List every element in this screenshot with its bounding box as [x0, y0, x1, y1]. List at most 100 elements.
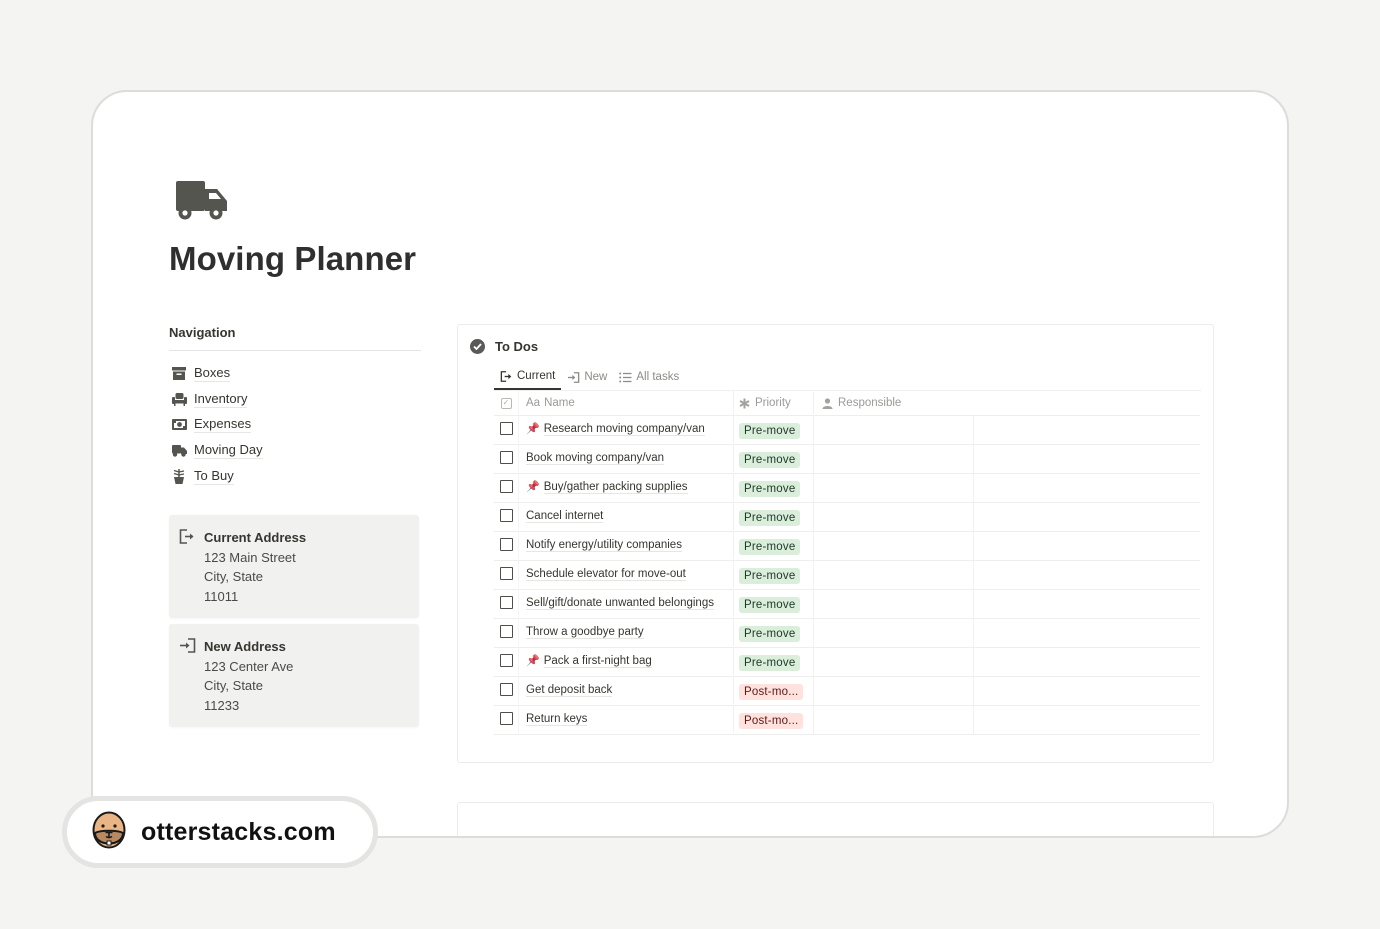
tab-all-tasks[interactable]: All tasks: [613, 364, 685, 390]
task-checkbox[interactable]: [499, 480, 513, 493]
table-row[interactable]: Get deposit back Post-mo...: [494, 677, 1200, 706]
table-row[interactable]: Notify energy/utility companies Pre-move: [494, 532, 1200, 561]
priority-cell[interactable]: Pre-move: [734, 474, 814, 502]
plant-pot-icon: [171, 468, 187, 484]
checkbox-column-icon: ✓: [500, 397, 512, 409]
task-name[interactable]: Sell/gift/donate unwanted belongings: [526, 597, 714, 610]
task-name-cell[interactable]: Cancel internet: [518, 503, 734, 530]
responsible-cell[interactable]: [814, 503, 974, 531]
priority-cell[interactable]: Pre-move: [734, 590, 814, 618]
tab-current[interactable]: Current: [494, 364, 562, 390]
exit-door-icon: [500, 370, 513, 382]
responsible-cell[interactable]: [814, 590, 974, 618]
brand-badge[interactable]: otterstacks.com: [62, 796, 378, 868]
current-address-card[interactable]: Current Address 123 Main Street City, St…: [169, 515, 419, 618]
pushpin-icon: 📌: [526, 423, 540, 435]
priority-cell[interactable]: Pre-move: [734, 619, 814, 647]
task-name-cell[interactable]: 📌 Pack a first-night bag: [518, 648, 734, 675]
task-name-cell[interactable]: Book moving company/van: [518, 445, 734, 472]
responsible-cell[interactable]: [814, 706, 974, 734]
nav-item-expenses[interactable]: Expenses: [169, 412, 421, 438]
responsible-cell[interactable]: [814, 445, 974, 473]
pushpin-icon: 📌: [526, 655, 540, 667]
nav-item-moving-day[interactable]: Moving Day: [169, 438, 421, 464]
task-checkbox[interactable]: [499, 509, 513, 522]
task-name[interactable]: Book moving company/van: [526, 452, 665, 465]
row-checkbox-cell: [494, 590, 518, 609]
task-name[interactable]: Buy/gather packing supplies: [543, 481, 688, 494]
responsible-cell[interactable]: [814, 474, 974, 502]
column-header-priority[interactable]: Priority: [734, 392, 814, 414]
responsible-cell[interactable]: [814, 561, 974, 589]
task-name[interactable]: Get deposit back: [526, 684, 613, 697]
task-name-cell[interactable]: Schedule elevator for move-out: [518, 561, 734, 588]
tab-new[interactable]: New: [561, 364, 613, 390]
task-name[interactable]: Cancel internet: [526, 510, 604, 523]
task-checkbox[interactable]: [499, 712, 513, 725]
task-checkbox[interactable]: [499, 683, 513, 696]
nav-item-label: Inventory: [194, 390, 248, 408]
navigation-section: Navigation Boxes Inventory Expenses Movi…: [169, 325, 421, 489]
task-checkbox[interactable]: [499, 596, 513, 609]
task-name-cell[interactable]: Get deposit back: [518, 677, 734, 704]
table-row[interactable]: 📌 Pack a first-night bag Pre-move: [494, 648, 1200, 677]
brand-url[interactable]: otterstacks.com: [141, 818, 336, 847]
column-header-name[interactable]: Aa Name: [518, 390, 734, 416]
task-checkbox[interactable]: [499, 451, 513, 464]
task-checkbox[interactable]: [499, 567, 513, 580]
task-name[interactable]: Return keys: [526, 713, 588, 726]
table-row[interactable]: Sell/gift/donate unwanted belongings Pre-…: [494, 590, 1200, 619]
task-name-cell[interactable]: 📌 Research moving company/van: [518, 416, 734, 443]
column-header-responsible[interactable]: Responsible: [814, 391, 974, 415]
row-checkbox-cell: [494, 561, 518, 580]
empty-cell: [974, 532, 1200, 560]
priority-cell[interactable]: Post-mo...: [734, 706, 814, 734]
table-row[interactable]: Schedule elevator for move-out Pre-move: [494, 561, 1200, 590]
priority-cell[interactable]: Pre-move: [734, 561, 814, 589]
nav-item-to-buy[interactable]: To Buy: [169, 463, 421, 489]
responsible-cell[interactable]: [814, 648, 974, 676]
task-name[interactable]: Throw a goodbye party: [526, 626, 644, 639]
table-row[interactable]: 📌 Buy/gather packing supplies Pre-move: [494, 474, 1200, 503]
task-name-cell[interactable]: 📌 Buy/gather packing supplies: [518, 474, 734, 501]
priority-cell[interactable]: Pre-move: [734, 416, 814, 444]
task-name[interactable]: Schedule elevator for move-out: [526, 568, 686, 581]
todos-table: ✓ Aa Name Priority Responsible 📌 Researc…: [494, 390, 1200, 735]
table-row[interactable]: Book moving company/van Pre-move: [494, 445, 1200, 474]
task-name[interactable]: Pack a first-night bag: [543, 655, 652, 668]
nav-item-inventory[interactable]: Inventory: [169, 387, 421, 413]
task-checkbox[interactable]: [499, 538, 513, 551]
priority-cell[interactable]: Pre-move: [734, 532, 814, 560]
task-name-cell[interactable]: Throw a goodbye party: [518, 619, 734, 646]
task-name[interactable]: Notify energy/utility companies: [526, 539, 682, 552]
new-address-card[interactable]: New Address 123 Center Ave City, State 1…: [169, 624, 419, 727]
priority-cell[interactable]: Pre-move: [734, 445, 814, 473]
task-checkbox[interactable]: [499, 654, 513, 667]
task-checkbox[interactable]: [499, 625, 513, 638]
nav-item-boxes[interactable]: Boxes: [169, 361, 421, 387]
task-name-cell[interactable]: Return keys: [518, 706, 734, 733]
empty-cell: [974, 590, 1200, 618]
task-name[interactable]: Research moving company/van: [543, 423, 705, 436]
pushpin-icon: 📌: [526, 481, 540, 493]
responsible-cell[interactable]: [814, 416, 974, 444]
task-name-cell[interactable]: Sell/gift/donate unwanted belongings: [518, 590, 734, 617]
empty-cell: [974, 677, 1200, 705]
task-checkbox[interactable]: [499, 422, 513, 435]
responsible-cell[interactable]: [814, 619, 974, 647]
todos-title[interactable]: To Dos: [495, 339, 538, 354]
priority-cell[interactable]: Pre-move: [734, 648, 814, 676]
table-row[interactable]: Throw a goodbye party Pre-move: [494, 619, 1200, 648]
row-checkbox-cell: [494, 677, 518, 696]
task-name-cell[interactable]: Notify energy/utility companies: [518, 532, 734, 559]
priority-badge: Pre-move: [739, 539, 801, 555]
responsible-cell[interactable]: [814, 532, 974, 560]
priority-cell[interactable]: Pre-move: [734, 503, 814, 531]
priority-cell[interactable]: Post-mo...: [734, 677, 814, 705]
list-icon: [619, 372, 632, 383]
table-row[interactable]: Return keys Post-mo...: [494, 706, 1200, 735]
enter-door-icon: [567, 371, 580, 383]
table-row[interactable]: Cancel internet Pre-move: [494, 503, 1200, 532]
responsible-cell[interactable]: [814, 677, 974, 705]
table-row[interactable]: 📌 Research moving company/van Pre-move: [494, 416, 1200, 445]
